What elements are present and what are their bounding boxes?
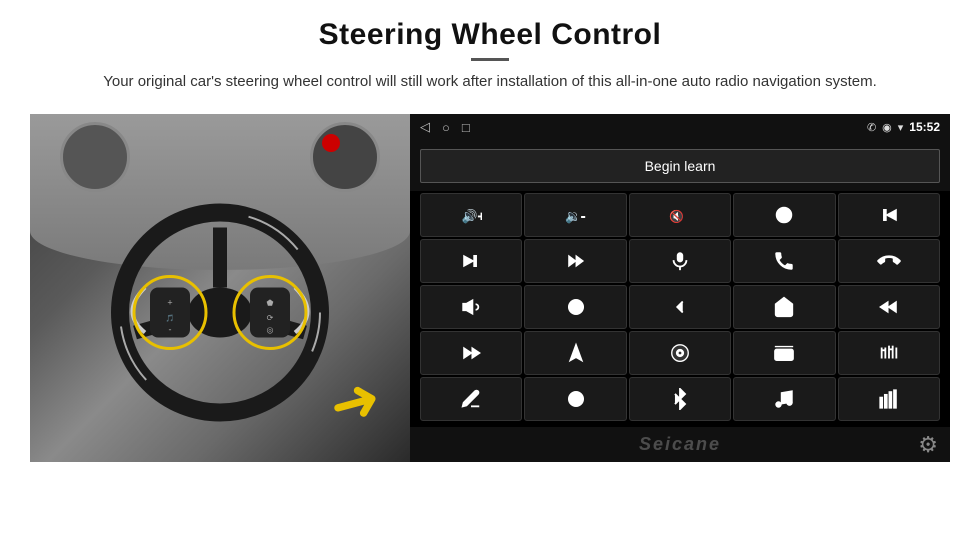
page-title: Steering Wheel Control [30, 18, 950, 52]
location-icon: ◉ [882, 121, 892, 134]
hang-up-button[interactable] [838, 239, 940, 283]
wifi-icon: ▾ [898, 121, 904, 134]
fast-fwd2-button[interactable] [420, 331, 522, 375]
car-image-area: + 🎵 - ⬟ ⟳ ◎ [30, 114, 410, 462]
mute-button[interactable]: 🔇 [629, 193, 731, 237]
skip-fwd-button[interactable] [524, 239, 626, 283]
gear-settings-icon[interactable]: ⚙ [918, 432, 938, 458]
android-screen: ◁ ○ □ ✆ ◉ ▾ 15:52 Begin learn 🔊 [410, 114, 950, 462]
vol-down-button[interactable]: 🔉- [524, 193, 626, 237]
nav-recents-icon[interactable]: □ [462, 120, 470, 135]
music-button[interactable] [733, 377, 835, 421]
vol-bars-button[interactable] [838, 377, 940, 421]
subtitle-text: Your original car's steering wheel contr… [90, 71, 890, 94]
car-background: + 🎵 - ⬟ ⟳ ◎ [30, 114, 410, 462]
svg-text:⟳: ⟳ [267, 313, 274, 322]
controls-grid: 🔊+ 🔉- 🔇 [410, 191, 950, 427]
rewind-button[interactable] [838, 285, 940, 329]
nav-back-icon[interactable]: ◁ [420, 119, 430, 135]
status-right-icons: ✆ ◉ ▾ 15:52 [867, 120, 940, 134]
power-button[interactable] [733, 193, 835, 237]
page-container: Steering Wheel Control Your original car… [0, 0, 980, 548]
svg-text:🔉-: 🔉- [565, 208, 585, 224]
knob-button[interactable] [524, 377, 626, 421]
svg-text:🔊+: 🔊+ [462, 207, 482, 224]
eq-button[interactable] [838, 331, 940, 375]
svg-text:🔇: 🔇 [669, 209, 684, 223]
steering-wheel-wrapper: + 🎵 - ⬟ ⟳ ◎ [110, 202, 330, 427]
svg-text:360: 360 [572, 304, 580, 309]
pen-button[interactable] [420, 377, 522, 421]
bottom-bar: Seicane ⚙ [410, 427, 950, 462]
mic-button[interactable] [629, 239, 731, 283]
content-row: + 🎵 - ⬟ ⟳ ◎ [30, 114, 950, 462]
begin-learn-row: Begin learn [410, 141, 950, 191]
radio-button[interactable] [733, 331, 835, 375]
eject-button[interactable] [629, 331, 731, 375]
next-track-button[interactable] [420, 239, 522, 283]
svg-text:◎: ◎ [267, 325, 274, 334]
horn-button[interactable] [420, 285, 522, 329]
nav-home-icon[interactable]: ○ [442, 120, 450, 135]
phone-icon: ✆ [867, 121, 876, 134]
svg-text:-: - [169, 324, 172, 334]
seicane-watermark: Seicane [639, 434, 721, 455]
svg-text:+: + [167, 297, 172, 307]
begin-learn-button[interactable]: Begin learn [420, 149, 940, 183]
prev-track-button[interactable] [838, 193, 940, 237]
back-button[interactable] [629, 285, 731, 329]
time-display: 15:52 [909, 120, 940, 134]
navigate-button[interactable] [524, 331, 626, 375]
svg-text:⬟: ⬟ [267, 298, 274, 307]
call-button[interactable] [733, 239, 835, 283]
yellow-arrow: ➜ [323, 366, 387, 437]
title-divider [471, 58, 509, 61]
status-nav-icons: ◁ ○ □ [420, 119, 470, 135]
home-button[interactable] [733, 285, 835, 329]
status-bar: ◁ ○ □ ✆ ◉ ▾ 15:52 [410, 114, 950, 141]
cam-360-button[interactable]: 360 [524, 285, 626, 329]
svg-text:🎵: 🎵 [166, 313, 175, 322]
title-section: Steering Wheel Control Your original car… [30, 18, 950, 94]
vol-up-button[interactable]: 🔊+ [420, 193, 522, 237]
steering-wheel-svg: + 🎵 - ⬟ ⟳ ◎ [110, 202, 330, 422]
bluetooth-button[interactable] [629, 377, 731, 421]
